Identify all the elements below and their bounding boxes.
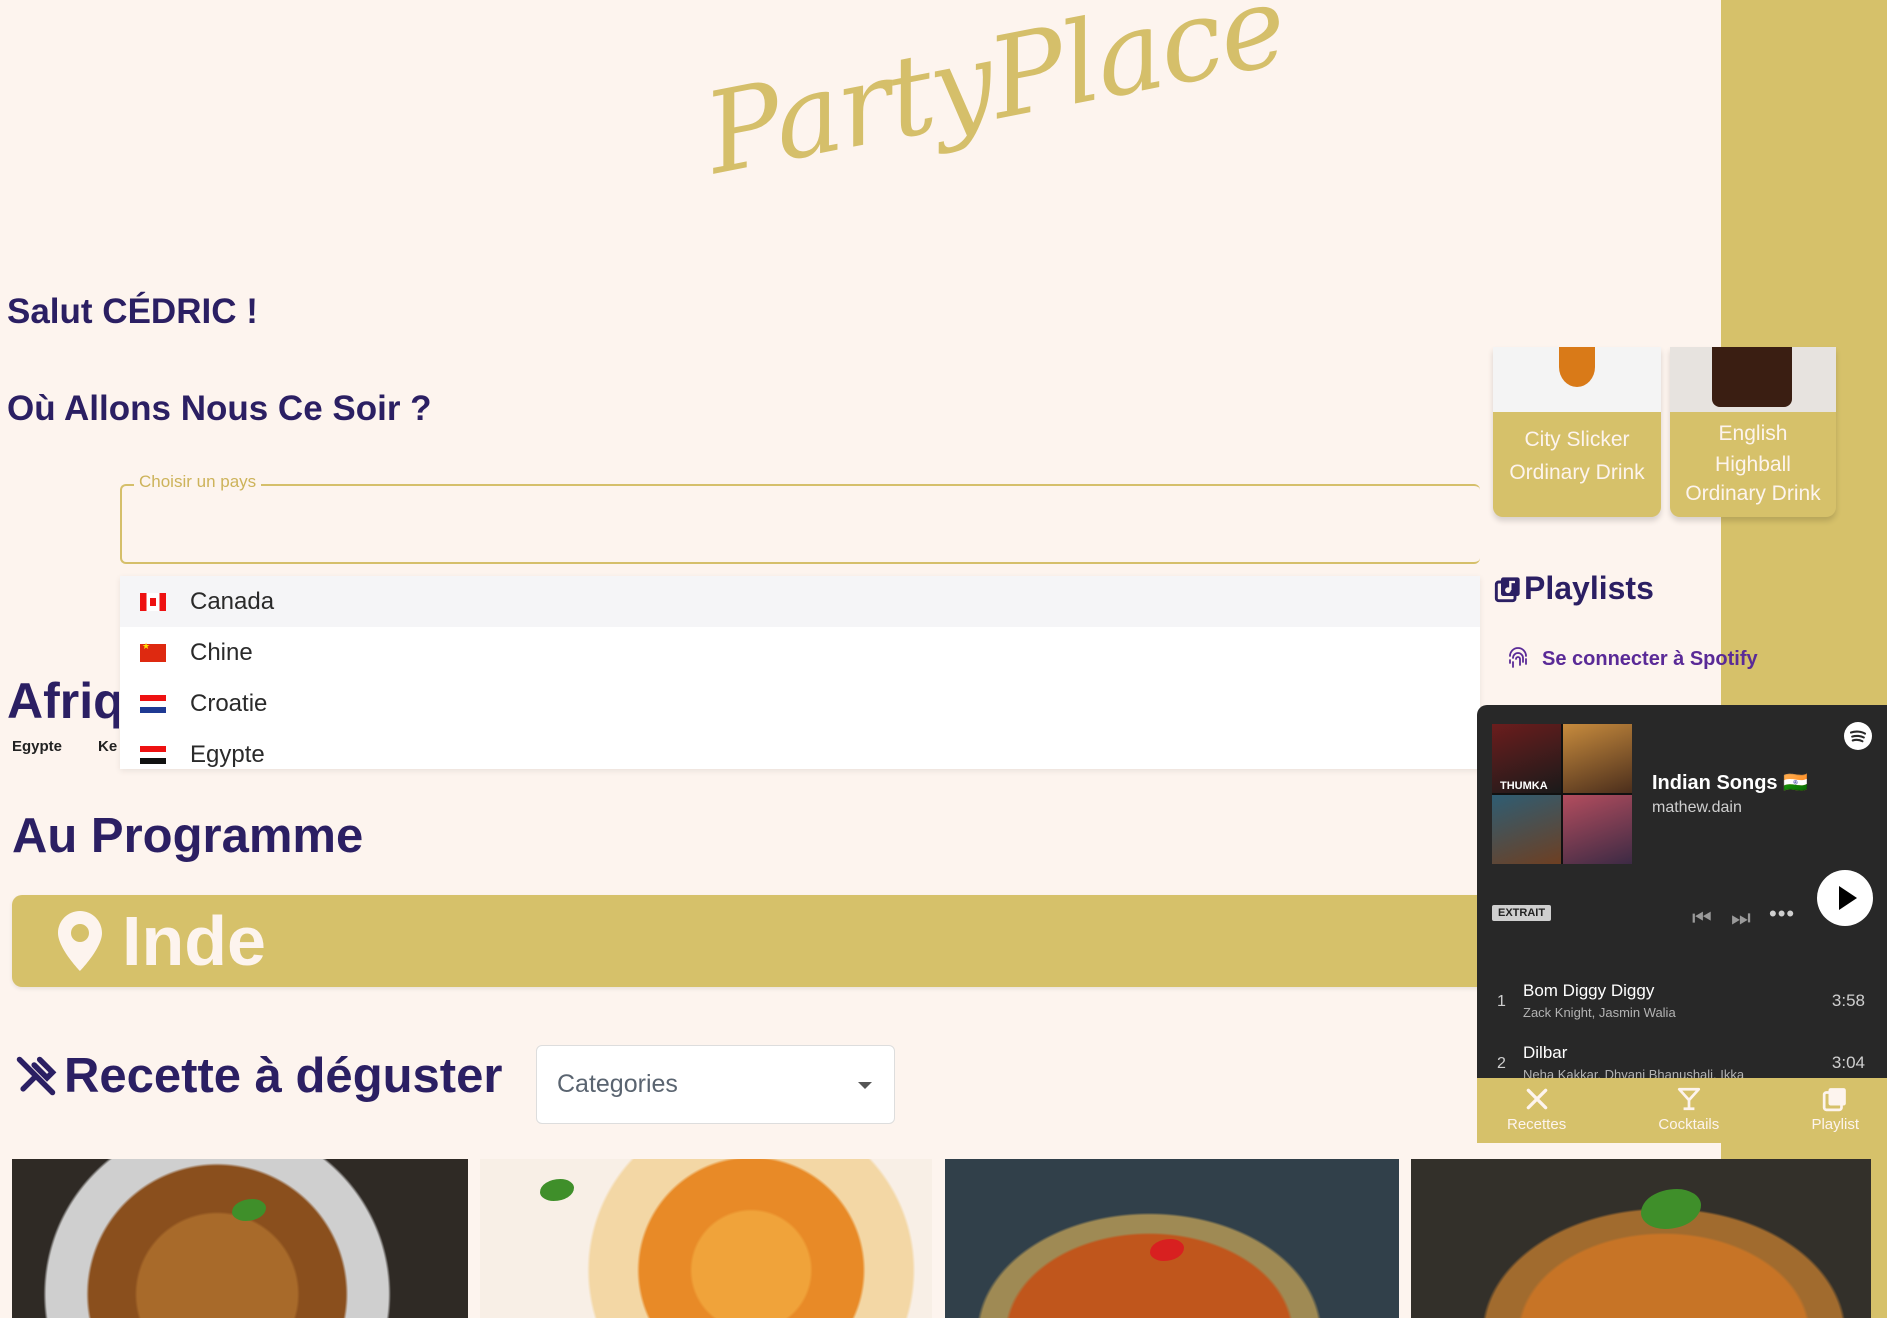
logo-text: PartyPlace — [695, 0, 1296, 200]
recipes-title: Recette à déguster — [64, 1049, 503, 1103]
more-options-icon[interactable]: ••• — [1769, 901, 1795, 927]
playlist-icon — [1494, 576, 1520, 602]
preview-badge: EXTRAIT — [1492, 905, 1552, 921]
spotify-logo-icon[interactable] — [1844, 722, 1872, 750]
greeting: Salut CÉDRIC ! — [7, 292, 258, 331]
country-option-egypte[interactable]: Egypte — [120, 729, 1480, 769]
track-number: 2 — [1497, 1055, 1506, 1072]
cocktail-card[interactable]: City Slicker Ordinary Drink — [1493, 347, 1661, 517]
playlist-title[interactable]: Indian Songs 🇮🇳 — [1652, 770, 1808, 795]
playlist-icon — [1823, 1088, 1847, 1112]
next-track-icon[interactable]: ⏭ — [1731, 905, 1751, 931]
nav-label: Cocktails — [1658, 1116, 1720, 1133]
cocktail-name: English Highball — [1715, 422, 1791, 476]
nav-label: Playlist — [1811, 1116, 1859, 1133]
spotify-connect-button[interactable]: Se connecter à Spotify — [1506, 646, 1758, 672]
track-name: Dilbar — [1523, 1043, 1568, 1062]
herb-garnish — [1641, 1189, 1701, 1229]
china-flag-icon — [140, 641, 166, 662]
utensils-icon — [16, 1056, 57, 1096]
country-option-chine[interactable]: Chine — [120, 627, 1480, 678]
canada-flag-icon — [140, 592, 166, 611]
destination-banner: Inde — [12, 895, 1502, 987]
cover-label: THUMKA — [1500, 780, 1548, 792]
playlists-header: Playlists — [1494, 570, 1654, 607]
location-pin-icon — [58, 911, 102, 971]
continent-country-link[interactable]: Egypte — [12, 738, 62, 755]
herb-garnish — [232, 1199, 266, 1221]
croatia-flag-icon — [140, 694, 166, 713]
track-number: 1 — [1497, 993, 1506, 1010]
cocktail-image — [1493, 347, 1661, 412]
cocktail-card[interactable]: English Highball Ordinary Drink — [1670, 347, 1836, 517]
chili-garnish — [1150, 1239, 1184, 1261]
spotify-embed-player: THUMKA Indian Songs 🇮🇳 mathew.dain EXTRA… — [1477, 705, 1887, 1078]
spotify-connect-label: Se connecter à Spotify — [1542, 647, 1758, 670]
track-row[interactable]: 1 Bom Diggy Diggy Zack Knight, Jasmin Wa… — [1477, 973, 1887, 1029]
nav-cocktails[interactable]: Cocktails — [1658, 1078, 1719, 1143]
previous-track-icon[interactable]: ⏮ — [1692, 905, 1712, 931]
play-button[interactable] — [1817, 870, 1873, 926]
utensils-icon — [1526, 1088, 1547, 1110]
destination-name: Inde — [122, 902, 266, 980]
cocktail-name: City Slicker — [1524, 428, 1630, 451]
cocktail-image — [1670, 347, 1836, 412]
fingerprint-icon — [1509, 647, 1527, 668]
country-select-field[interactable] — [120, 484, 1480, 564]
country-option-label: Egypte — [190, 740, 265, 768]
playlist-cover-image[interactable]: THUMKA — [1492, 724, 1632, 864]
track-name: Bom Diggy Diggy — [1523, 981, 1655, 1000]
country-option-label: Canada — [190, 587, 275, 615]
programme-title: Au Programme — [12, 809, 364, 863]
country-option-label: Chine — [190, 638, 253, 666]
recipe-card-image[interactable] — [1411, 1159, 1871, 1318]
country-select-label: Choisir un pays — [134, 472, 262, 492]
track-artists: Neha Kakkar, Dhvani Bhanushali, Ikka — [1523, 1067, 1745, 1078]
herb-garnish — [540, 1179, 574, 1201]
nav-playlist[interactable]: Playlist — [1811, 1078, 1859, 1143]
cocktail-icon — [1677, 1087, 1700, 1111]
chevron-down-icon — [858, 1082, 872, 1089]
country-option-label: Croatie — [190, 689, 268, 717]
egypt-flag-icon — [140, 745, 166, 764]
continent-title: Afriq — [7, 673, 119, 729]
cocktail-category: Ordinary Drink — [1685, 482, 1821, 505]
recipe-card-image[interactable] — [480, 1159, 932, 1318]
nav-recettes[interactable]: Recettes — [1507, 1078, 1566, 1143]
categories-select[interactable]: Categories — [536, 1045, 895, 1124]
categories-placeholder: Categories — [557, 1070, 678, 1098]
playlist-owner[interactable]: mathew.dain — [1652, 799, 1742, 817]
partyplace-logo: PartyPlace — [695, 0, 1295, 250]
playlists-title: Playlists — [1524, 570, 1654, 606]
nav-label: Recettes — [1507, 1116, 1567, 1133]
cocktail-category: Ordinary Drink — [1509, 461, 1645, 484]
track-duration: 3:04 — [1831, 1053, 1865, 1072]
bottom-nav: Recettes Cocktails Playlist — [1477, 1078, 1887, 1143]
recipe-card-image[interactable] — [12, 1159, 468, 1318]
country-option-croatie[interactable]: Croatie — [120, 678, 1480, 729]
continent-country-link[interactable]: Ke — [98, 738, 120, 755]
country-dropdown-list: Canada Chine Croatie Egypte — [120, 576, 1480, 769]
recipes-header: Recette à déguster — [14, 1048, 502, 1104]
track-duration: 3:58 — [1831, 991, 1865, 1010]
country-option-canada[interactable]: Canada — [120, 576, 1480, 627]
track-row[interactable]: 2 Dilbar Neha Kakkar, Dhvani Bhanushali,… — [1477, 1035, 1887, 1078]
page-question: Où Allons Nous Ce Soir ? — [7, 389, 432, 428]
recipe-card-image[interactable] — [945, 1159, 1399, 1318]
track-artists: Zack Knight, Jasmin Walia — [1523, 1005, 1676, 1020]
